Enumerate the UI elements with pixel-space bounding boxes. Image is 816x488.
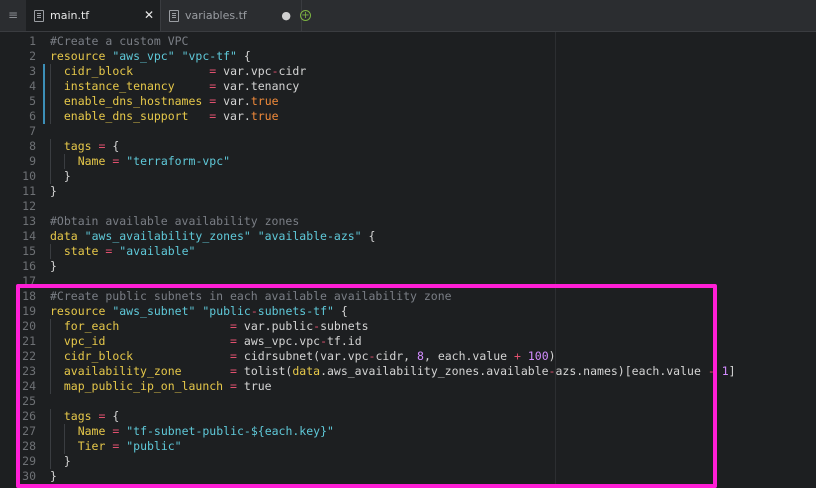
line-number: 7 (29, 124, 36, 138)
line-number: 12 (22, 199, 36, 213)
line-number: 8 (29, 139, 36, 153)
code-line[interactable]: 6 enable_dns_support = var.true (0, 109, 816, 124)
file-icon (169, 10, 179, 22)
line-number: 6 (29, 109, 36, 123)
indent-guide (50, 169, 51, 184)
code-line[interactable]: 10 } (0, 169, 816, 184)
unsaved-dot-icon[interactable]: ● (281, 0, 291, 31)
git-change-marker (43, 79, 45, 94)
code-text: resource "aws_vpc" "vpc-tf" { (50, 49, 251, 63)
git-change-marker (43, 109, 45, 124)
code-text: } (50, 259, 57, 273)
code-text: } (50, 169, 71, 183)
code-line[interactable]: 7 (0, 124, 816, 139)
code-line[interactable]: 1 #Create a custom VPC (0, 34, 816, 49)
close-icon[interactable]: ✕ (144, 0, 154, 31)
code-text: #Create a custom VPC (50, 34, 189, 48)
code-text: enable_dns_support = var.true (63, 109, 279, 123)
tab-label: variables.tf (185, 9, 247, 22)
code-line[interactable]: 5 enable_dns_hostnames = var.true (0, 94, 816, 109)
code-text: Name = "terraform-vpc" (77, 154, 231, 168)
line-number: 13 (22, 214, 36, 228)
code-line[interactable]: 8 tags = { (0, 139, 816, 154)
line-number: 14 (22, 229, 36, 243)
line-number: 3 (29, 64, 36, 78)
code-line[interactable]: 12 (0, 199, 816, 214)
tab-main-tf[interactable]: main.tf ✕ (26, 0, 160, 31)
indent-guide (50, 154, 51, 169)
line-number: 9 (29, 154, 36, 168)
add-tab-icon[interactable]: + (300, 10, 311, 21)
line-number: 15 (22, 244, 36, 258)
highlight-box (16, 284, 717, 488)
indent-guide (50, 139, 51, 154)
code-text: enable_dns_hostnames = var.true (63, 94, 279, 108)
line-number: 4 (29, 79, 36, 93)
line-number: 2 (29, 49, 36, 63)
line-number: 11 (22, 184, 36, 198)
indent-guide (50, 244, 51, 259)
line-number: 16 (22, 259, 36, 273)
code-line[interactable]: 16} (0, 259, 816, 274)
tab-label: main.tf (50, 9, 90, 22)
tab-variables-tf[interactable]: variables.tf ● (160, 0, 302, 31)
indent-guide (50, 94, 51, 109)
code-text: #Obtain available availability zones (50, 214, 300, 228)
hamburger-menu-icon[interactable]: ≡ (0, 0, 27, 31)
line-number: 1 (29, 34, 36, 48)
indent-guide (64, 154, 65, 169)
git-change-marker (43, 64, 45, 79)
indent-guide (50, 79, 51, 94)
code-line[interactable]: 2 resource "aws_vpc" "vpc-tf" { (0, 49, 816, 64)
code-text: tags = { (63, 139, 120, 153)
line-number: 10 (22, 169, 36, 183)
code-line[interactable]: 13 #Obtain available availability zones (0, 214, 816, 229)
indent-guide (50, 64, 51, 79)
code-line[interactable]: 9 Name = "terraform-vpc" (0, 154, 816, 169)
code-line[interactable]: 3 cidr_block = var.vpc-cidr (0, 64, 816, 79)
file-icon (34, 10, 44, 22)
code-line[interactable]: 4 instance_tenancy = var.tenancy (0, 79, 816, 94)
tab-bar: ≡ main.tf ✕ variables.tf ● + (0, 0, 816, 32)
code-text: cidr_block = var.vpc-cidr (63, 64, 307, 78)
code-text: } (50, 184, 57, 198)
indent-guide (50, 109, 51, 124)
line-number: 5 (29, 94, 36, 108)
git-change-marker (43, 94, 45, 109)
code-line[interactable]: 15 state = "available" (0, 244, 816, 259)
code-text: data "aws_availability_zones" "available… (50, 229, 376, 243)
code-line[interactable]: 14 data "aws_availability_zones" "availab… (0, 229, 816, 244)
code-line[interactable]: 11} (0, 184, 816, 199)
code-text: state = "available" (63, 244, 196, 258)
code-text: instance_tenancy = var.tenancy (63, 79, 300, 93)
